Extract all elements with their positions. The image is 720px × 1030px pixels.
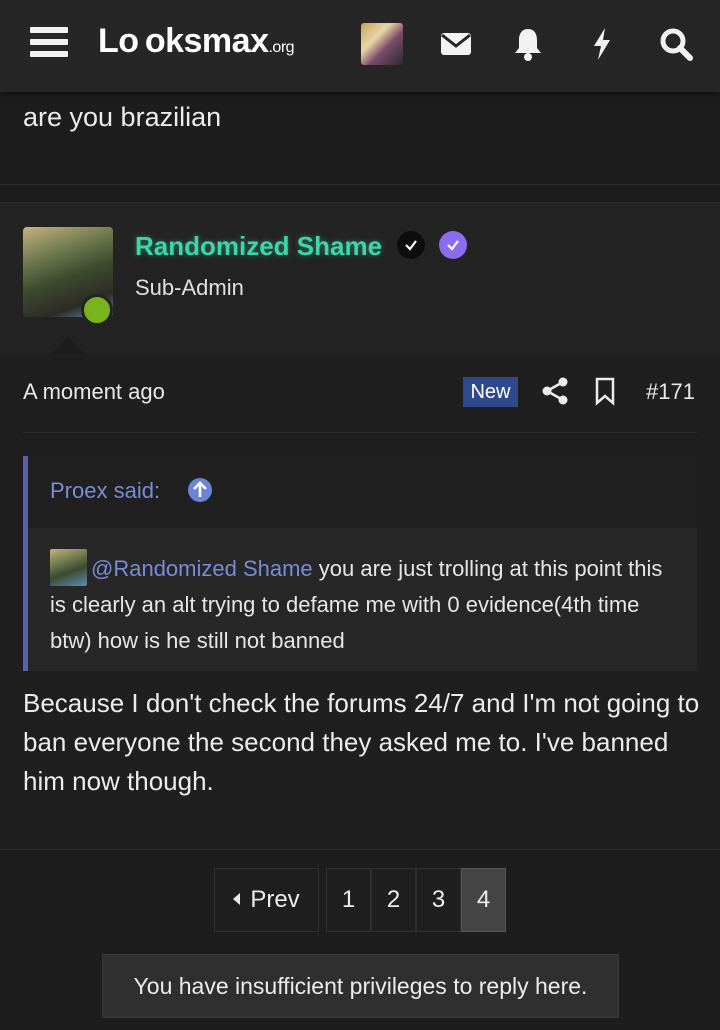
arrow-up-icon[interactable] bbox=[188, 478, 212, 502]
previous-post: are you brazilian bbox=[0, 92, 720, 185]
quote-header: Proex said: bbox=[28, 456, 697, 528]
online-status-icon bbox=[81, 294, 113, 326]
page-4-button[interactable]: 4 bbox=[461, 868, 506, 932]
share-icon[interactable] bbox=[541, 376, 569, 406]
top-navigation-bar: Lo oksmax.org bbox=[0, 0, 720, 92]
post: Randomized Shame Sub-Admin A moment ago … bbox=[0, 202, 720, 850]
page-3-button[interactable]: 3 bbox=[416, 868, 461, 932]
page-1-button[interactable]: 1 bbox=[326, 868, 371, 932]
quote-author[interactable]: Proex said: bbox=[50, 478, 160, 504]
menu-icon[interactable] bbox=[30, 27, 68, 57]
page-2-button[interactable]: 2 bbox=[371, 868, 416, 932]
lightning-icon[interactable] bbox=[582, 24, 622, 64]
site-logo[interactable]: Lo oksmax.org bbox=[98, 22, 295, 61]
previous-post-text: are you brazilian bbox=[23, 102, 222, 132]
post-pointer bbox=[50, 337, 86, 355]
new-badge: New bbox=[463, 377, 518, 407]
post-time[interactable]: A moment ago bbox=[23, 379, 165, 405]
envelope-icon[interactable] bbox=[436, 24, 476, 64]
post-body: A moment ago New #171 Proex said: @Rando… bbox=[0, 354, 720, 849]
divider bbox=[23, 432, 697, 433]
mention-link[interactable]: @Randomized Shame bbox=[91, 556, 313, 581]
post-username[interactable]: Randomized Shame bbox=[135, 231, 382, 262]
mention-avatar bbox=[50, 549, 87, 586]
staff-check-icon bbox=[439, 231, 467, 259]
quote-content: @Randomized Shame you are just trolling … bbox=[50, 549, 670, 659]
bookmark-icon[interactable] bbox=[593, 376, 617, 406]
verified-badge-icon bbox=[397, 231, 425, 259]
post-message: Because I don't check the forums 24/7 an… bbox=[23, 688, 700, 796]
search-icon[interactable] bbox=[656, 24, 696, 64]
post-number[interactable]: #171 bbox=[646, 379, 695, 405]
bell-icon[interactable] bbox=[508, 24, 548, 64]
quote-block: Proex said: @Randomized Shame you are ju… bbox=[23, 456, 697, 671]
insufficient-privileges-notice: You have insufficient privileges to repl… bbox=[102, 954, 619, 1018]
prev-page-button[interactable]: Prev bbox=[214, 868, 319, 932]
caret-left-icon bbox=[233, 893, 241, 905]
user-role: Sub-Admin bbox=[135, 275, 244, 300]
user-avatar-button[interactable] bbox=[361, 23, 403, 65]
